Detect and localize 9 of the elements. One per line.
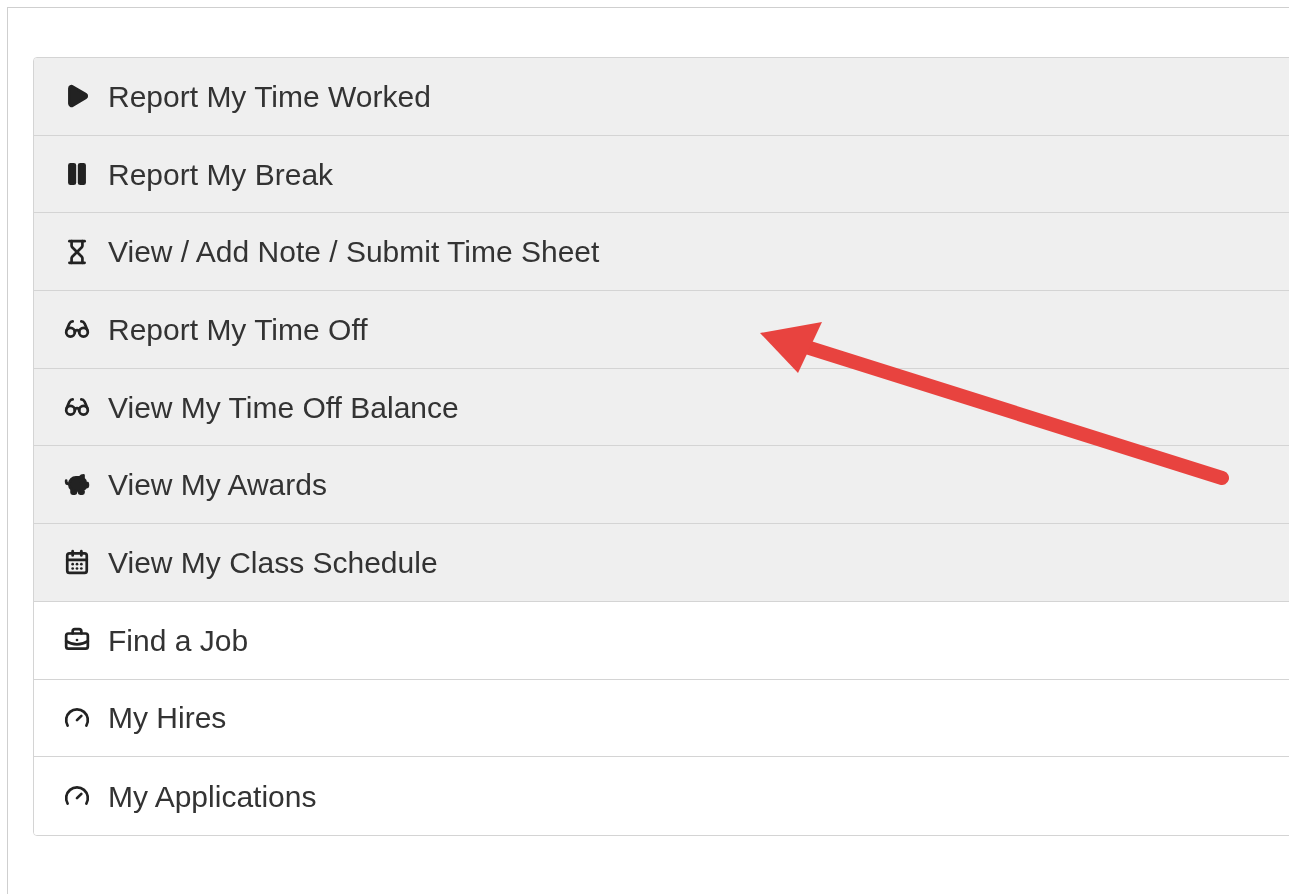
menu-item[interactable]: View My Awards (34, 446, 1289, 525)
calendar-icon (64, 549, 90, 576)
menu-item[interactable]: View My Time Off Balance (34, 368, 1289, 447)
menu-item[interactable]: View My Class Schedule (34, 524, 1289, 602)
menu-item[interactable]: Report My Break (34, 135, 1289, 214)
menu-item[interactable]: Report My Time Worked (34, 58, 1289, 136)
menu-item[interactable]: Report My Time Off (34, 291, 1289, 369)
menu-item[interactable]: View / Add Note / Submit Time Sheet (34, 213, 1289, 292)
piggy-bank-icon (64, 471, 90, 498)
